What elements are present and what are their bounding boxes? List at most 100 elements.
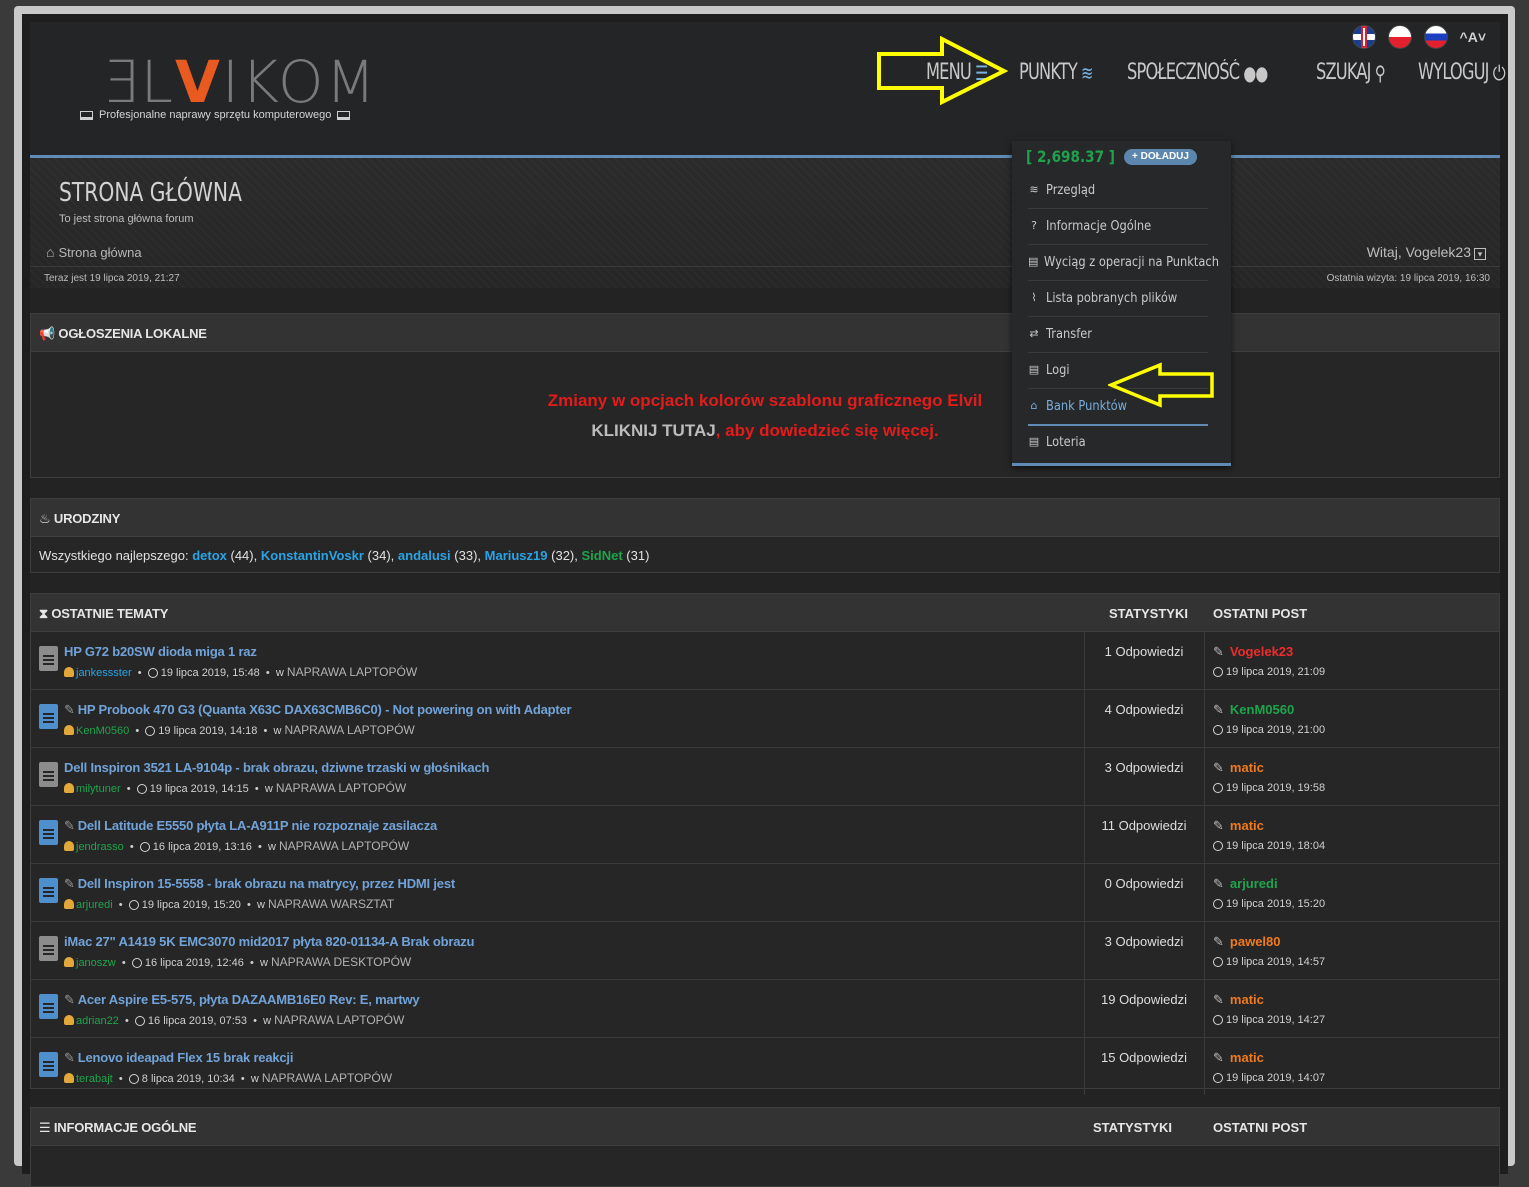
topic-title[interactable]: HP G72 b20SW dioda miga 1 raz xyxy=(64,644,257,659)
column-divider xyxy=(1084,980,1085,1037)
topic-forum[interactable]: NAPRAWA LAPTOPÓW xyxy=(279,839,409,853)
nav-punkty-label: PUNKTY xyxy=(1019,60,1078,85)
topic-forum[interactable]: NAPRAWA LAPTOPÓW xyxy=(274,1013,404,1027)
font-size-toggle[interactable]: ^A˅ xyxy=(1460,29,1486,45)
topic-title[interactable]: ✎ Lenovo ideapad Flex 15 brak reakcji xyxy=(64,1050,293,1066)
dropdown-item-lista-plikow[interactable]: ⌇ Lista pobranych plików xyxy=(1028,280,1208,317)
page: ƎLVIKOM Profesjonalne naprawy sprzętu ko… xyxy=(30,22,1506,1187)
birthday-user[interactable]: KonstantinVoskr xyxy=(261,548,364,563)
flag-ru-icon[interactable] xyxy=(1423,25,1448,49)
flag-uk-icon[interactable] xyxy=(1351,25,1376,49)
dropdown-item-przeglad[interactable]: ≋ Przegląd xyxy=(1028,172,1208,209)
topic-author[interactable]: terabajt xyxy=(76,1073,113,1085)
site-tagline: Profesjonalne naprawy sprzętu komputerow… xyxy=(80,109,351,121)
chevron-down-icon[interactable]: ▾ xyxy=(1474,248,1486,260)
last-post-user[interactable]: matic xyxy=(1230,818,1264,833)
topic-list: HP G72 b20SW dioda miga 1 raz jankessster… xyxy=(31,632,1499,1095)
topic-title-text[interactable]: Acer Aspire E5-575, płyta DAZAAMB16E0 Re… xyxy=(78,992,420,1007)
topic-author[interactable]: jendrasso xyxy=(76,841,124,853)
column-divider xyxy=(1204,690,1205,747)
topic-title-text[interactable]: iMac 27" A1419 5K EMC3070 mid2017 płyta … xyxy=(64,934,474,949)
topic-forum[interactable]: NAPRAWA LAPTOPÓW xyxy=(287,665,417,679)
topic-author[interactable]: adrian22 xyxy=(76,1015,119,1027)
topic-replies: 0 Odpowiedzi xyxy=(1104,876,1184,891)
topic-title-text[interactable]: Dell Inspiron 15-5558 - brak obrazu na m… xyxy=(78,876,455,891)
topic-title[interactable]: ✎ Acer Aspire E5-575, płyta DAZAAMB16E0 R… xyxy=(64,992,420,1008)
topic-title-text[interactable]: Lenovo ideapad Flex 15 brak reakcji xyxy=(78,1050,294,1065)
last-post-user[interactable]: matic xyxy=(1230,760,1264,775)
clipboard-icon: ▤ xyxy=(1028,255,1039,268)
last-post-user[interactable]: Vogelek23 xyxy=(1230,644,1293,659)
last-post-user[interactable]: KenM0560 xyxy=(1230,702,1294,717)
cake-icon: ♨ xyxy=(39,511,51,526)
topic-forum[interactable]: NAPRAWA LAPTOPÓW xyxy=(262,1071,392,1085)
clock-icon xyxy=(1213,957,1223,967)
announcements-title-text: OGŁOSZENIA LOKALNE xyxy=(58,326,207,341)
topic-forum[interactable]: NAPRAWA LAPTOPÓW xyxy=(276,781,406,795)
topic-author[interactable]: milytuner xyxy=(76,783,121,795)
topic-title[interactable]: Dell Inspiron 3521 LA-9104p - brak obraz… xyxy=(64,760,489,775)
topup-button[interactable]: + DOŁADUJ xyxy=(1124,149,1197,165)
last-post-user[interactable]: arjuredi xyxy=(1230,876,1278,891)
nav-punkty[interactable]: PUNKTY ≋ xyxy=(1019,60,1093,85)
topic-date: 16 lipca 2019, 13:16 xyxy=(152,841,252,853)
last-post: ✎ Vogelek23 19 lipca 2019, 21:09 xyxy=(1213,644,1325,678)
topic-date: 19 lipca 2019, 15:20 xyxy=(141,899,241,911)
dropdown-item-informacje[interactable]: ? Informacje Ogólne xyxy=(1028,208,1208,245)
nav-wyloguj[interactable]: WYLOGUJ ⏻ xyxy=(1418,60,1506,85)
topic-title-text[interactable]: Dell Latitude E5550 płyta LA-A911P nie r… xyxy=(78,818,438,833)
last-post-user[interactable]: matic xyxy=(1230,992,1264,1007)
laptop-icon xyxy=(337,110,351,120)
topic-date: 16 lipca 2019, 07:53 xyxy=(147,1015,247,1027)
last-post-user[interactable]: matic xyxy=(1230,1050,1264,1065)
topic-author[interactable]: KenM0560 xyxy=(76,725,129,737)
topic-replies: 11 Odpowiedzi xyxy=(1101,818,1187,833)
topic-author[interactable]: arjuredi xyxy=(76,899,113,911)
breadcrumb-home[interactable]: Strona główna xyxy=(58,245,141,260)
site-logo[interactable]: ƎLVIKOM xyxy=(102,52,378,112)
birthday-user[interactable]: Mariusz19 xyxy=(485,548,548,563)
annotation-arrow-icon xyxy=(877,36,1008,106)
forum-prefix: w xyxy=(250,1073,259,1085)
flag-pl-icon[interactable] xyxy=(1387,25,1412,49)
forum-prefix: w xyxy=(275,667,284,679)
last-post-date: 19 lipca 2019, 19:58 xyxy=(1226,782,1326,794)
topic-forum[interactable]: NAPRAWA LAPTOPÓW xyxy=(284,723,414,737)
topic-forum[interactable]: NAPRAWA WARSZTAT xyxy=(268,897,394,911)
dropdown-item-transfer[interactable]: ⇄ Transfer xyxy=(1028,316,1208,353)
topic-title-text[interactable]: HP Probook 470 G3 (Quanta X63C DAX63CMB6… xyxy=(78,702,572,717)
clock-icon xyxy=(1213,841,1223,851)
topic-replies: 3 Odpowiedzi xyxy=(1104,934,1184,949)
edit-icon: ✎ xyxy=(64,702,75,717)
recent-topics-header: ⧗ OSTATNIE TEMATY STATYSTYKI OSTATNI POS… xyxy=(31,594,1499,632)
topic-title[interactable]: ✎ Dell Inspiron 15-5558 - brak obrazu na … xyxy=(64,876,455,892)
topic-author[interactable]: jankessster xyxy=(76,667,132,679)
last-post-user[interactable]: pawel80 xyxy=(1230,934,1281,949)
topic-author[interactable]: janoszw xyxy=(76,957,116,969)
search-icon: ⚲ xyxy=(1374,60,1386,85)
topic-forum[interactable]: NAPRAWA DESKTOPÓW xyxy=(271,955,411,969)
nav-szukaj-label: SZUKAJ xyxy=(1316,60,1371,85)
birthday-age: (33), xyxy=(454,548,482,563)
dropdown-item-loteria[interactable]: ▤ Loteria xyxy=(1028,424,1208,460)
announcement-link[interactable]: KLIKNIJ TUTAJ xyxy=(591,421,715,440)
breadcrumb[interactable]: ⌂ Strona główna xyxy=(46,244,142,260)
birthday-user[interactable]: andalusi xyxy=(398,548,451,563)
nav-spolecznosc[interactable]: SPOŁECZNOŚĆ ●● xyxy=(1127,60,1268,85)
birthday-user[interactable]: detox xyxy=(192,548,227,563)
topic-title[interactable]: ✎ Dell Latitude E5550 płyta LA-A911P nie … xyxy=(64,818,437,834)
clock-icon xyxy=(128,1074,139,1084)
birthday-user[interactable]: SidNet xyxy=(582,548,623,563)
nav-szukaj[interactable]: SZUKAJ ⚲ xyxy=(1316,60,1386,85)
topic-title-text[interactable]: HP G72 b20SW dioda miga 1 raz xyxy=(64,644,257,659)
clock-icon xyxy=(1213,725,1223,735)
topic-title[interactable]: ✎ HP Probook 470 G3 (Quanta X63C DAX63CMB… xyxy=(64,702,572,718)
last-visit: Ostatnia wizyta: 19 lipca 2019, 16:30 xyxy=(1326,273,1490,284)
dropdown-item-label: Loteria xyxy=(1046,434,1086,450)
topic-title[interactable]: iMac 27" A1419 5K EMC3070 mid2017 płyta … xyxy=(64,934,474,949)
user-menu[interactable]: Witaj, Vogelek23 ▾ xyxy=(1367,244,1486,260)
welcome-text[interactable]: Witaj, Vogelek23 xyxy=(1367,244,1471,260)
topic-title-text[interactable]: Dell Inspiron 3521 LA-9104p - brak obraz… xyxy=(64,760,489,775)
column-divider xyxy=(1204,1038,1205,1095)
dropdown-item-wyciag[interactable]: ▤ Wyciąg z operacji na Punktach xyxy=(1028,244,1219,281)
